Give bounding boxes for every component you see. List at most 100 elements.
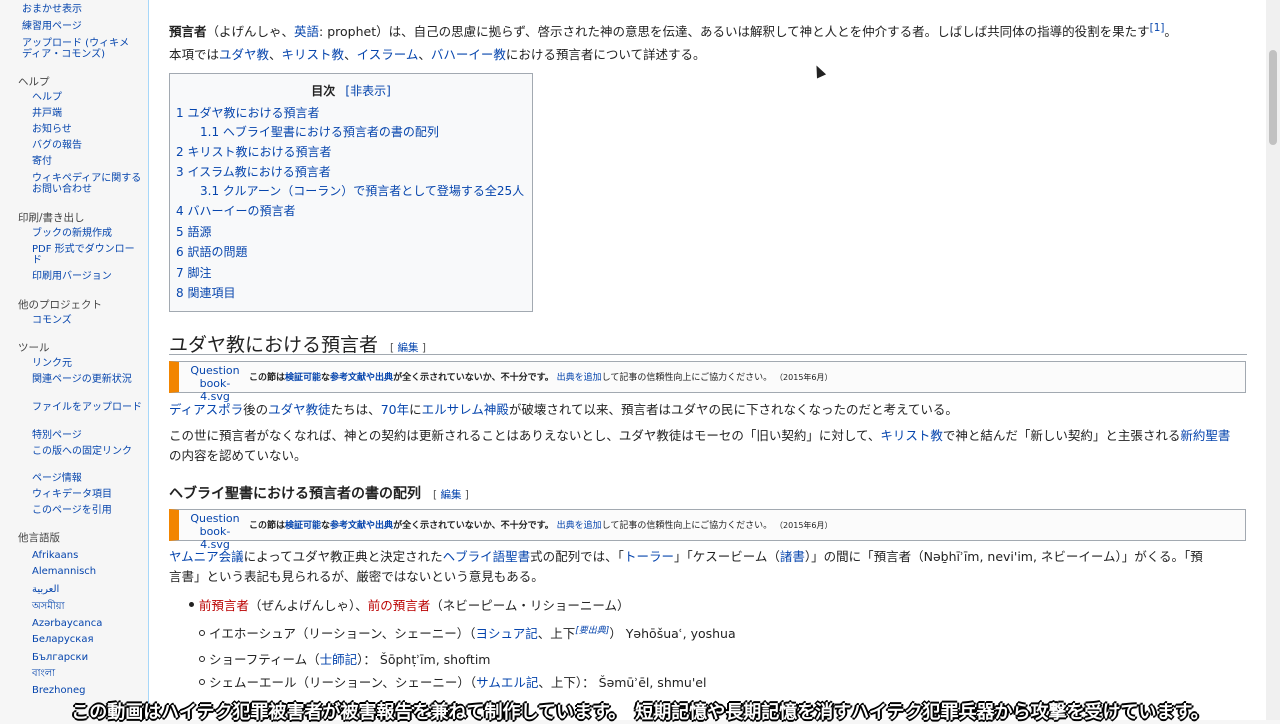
toc-item[interactable]: 4 バハーイーの預言者 <box>176 202 295 219</box>
toc-item[interactable]: 6 訳語の問題 <box>176 243 247 260</box>
judaism-paragraph-1: ディアスポラ後のユダヤ教徒たちは、70年にエルサレム神殿が破壊されて以来、預言者… <box>169 402 958 417</box>
sidebar-item-related-changes[interactable]: 関連ページの更新状況 <box>32 374 142 385</box>
sidebar-item-print[interactable]: 印刷用バージョン <box>32 271 142 282</box>
citation-needed-link[interactable]: [要出典] <box>575 626 609 636</box>
vertical-scrollbar[interactable] <box>1266 0 1280 720</box>
link-bahai[interactable]: バハーイー教 <box>431 47 506 62</box>
link-diaspora[interactable]: ディアスポラ <box>169 402 243 417</box>
sidebar-item-wikidata[interactable]: ウィキデータ項目 <box>32 489 142 500</box>
link-islam[interactable]: イスラーム <box>357 47 419 62</box>
link-hebrew-bible[interactable]: ヘブライ語聖書 <box>443 549 531 564</box>
toc-item[interactable]: 3 イスラム教における預言者 <box>176 163 331 180</box>
link-christianity-2[interactable]: キリスト教 <box>880 428 943 443</box>
judaism-paragraph-2: この世に預言者がなくなれば、神との契約は更新されることはありえないとし、ユダヤ教… <box>169 428 1231 443</box>
sidebar-item-donate[interactable]: 寄付 <box>32 156 142 167</box>
sidebar-item-permalink[interactable]: この版への固定リンク <box>32 446 142 457</box>
link-judaism[interactable]: ユダヤ教 <box>219 47 269 62</box>
list-item: 前預言者（ぜんよげんしゃ）、前の預言者（ネビーピーム・リショーニーム） <box>198 598 630 613</box>
sidebar-item-village-pump[interactable]: 井戸端 <box>32 108 142 119</box>
link-former-prophets[interactable]: 前預言者 <box>199 598 249 613</box>
reference-1[interactable]: [1] <box>1150 22 1165 34</box>
link-new-testament[interactable]: 新約聖書 <box>1180 428 1230 443</box>
list-item: シェムーエール（リーショーン、シェーニー）（サムエル記、上下）： Šəmūʾēl… <box>209 675 707 690</box>
section-heading-hebrew-bible: ヘブライ聖書における預言者の書の配列[ 編集 ] <box>169 486 469 502</box>
link-english[interactable]: 英語 <box>294 24 319 39</box>
video-subtitle: この動画はハイテク犯罪被害者が被害報告を兼ねて制作しています。 短期記憶や長期記… <box>71 702 1209 723</box>
toc-toggle[interactable]: [非表示] <box>345 84 390 98</box>
intro-paragraph: 預言者（よげんしゃ、英語: prophet）は、自己の思慮に拠らず、啓示された神… <box>169 22 1177 40</box>
sidebar-lang-arabic[interactable]: العربية <box>32 584 142 595</box>
sidebar-heading-print: 印刷/書き出し <box>18 212 85 224</box>
list-item: ショーフティーム（士師記）： Šōphṭʾīm, shoftim <box>209 652 491 667</box>
sidebar-lang-belarusian[interactable]: Беларуская <box>32 634 142 645</box>
sidebar-item-sandbox[interactable]: 練習用ページ <box>22 21 132 32</box>
sidebar-item-page-info[interactable]: ページ情報 <box>32 473 142 484</box>
sidebar-lang-assamese[interactable]: অসমীয়া <box>32 601 142 612</box>
sidebar-item-bug-report[interactable]: バグの報告 <box>32 140 142 151</box>
list-item: イエホーシュア（リーショーン、シェーニー）（ヨシュア記、上下[要出典]） Yəh… <box>209 626 736 642</box>
table-of-contents: 目次 [非表示] 1 ユダヤ教における預言者 1.1 ヘブライ聖書における預言者… <box>169 73 533 312</box>
sidebar-item-whatlinkshere[interactable]: リンク元 <box>32 358 142 369</box>
sidebar-lang-afrikaans[interactable]: Afrikaans <box>32 550 142 561</box>
link-add-citation[interactable]: 出典を追加 <box>557 521 602 531</box>
toc-title: 目次 <box>311 84 336 98</box>
question-book-icon[interactable]: Question book-4.svg <box>185 512 245 551</box>
scrollbar-thumb[interactable] <box>1269 50 1277 145</box>
sidebar-heading-help: ヘルプ <box>18 76 50 88</box>
toc-item[interactable]: 1.1 ヘブライ聖書における預言者の書の配列 <box>200 123 439 140</box>
bullet-icon <box>199 679 205 685</box>
sidebar-lang-azerbaijani[interactable]: Azərbaycanca <box>32 618 142 629</box>
sidebar-item-news[interactable]: お知らせ <box>32 124 142 135</box>
sidebar-lang-breton[interactable]: Brezhoneg <box>32 685 142 696</box>
sidebar-item-cite[interactable]: このページを引用 <box>32 505 142 516</box>
question-book-icon[interactable]: Question book-4.svg <box>185 364 245 403</box>
link-ketuvim[interactable]: 諸書 <box>780 549 805 564</box>
link-references[interactable]: 参考文献や出典 <box>330 521 393 531</box>
judaism-paragraph-2-cont: の内容を認めていない。 <box>169 448 307 463</box>
bullet-icon <box>199 630 205 636</box>
edit-section-link[interactable]: 編集 <box>397 342 418 354</box>
edit-section-link[interactable]: 編集 <box>440 489 461 501</box>
link-joshua[interactable]: ヨシュア記 <box>476 626 538 641</box>
link-verifiable[interactable]: 検証可能 <box>285 373 321 383</box>
toc-item[interactable]: 3.1 クルアーン（コーラン）で預言者として登場する全25人 <box>200 182 524 199</box>
link-references[interactable]: 参考文献や出典 <box>330 373 393 383</box>
sidebar-heading-languages: 他言語版 <box>18 532 60 544</box>
toc-item[interactable]: 7 脚注 <box>176 264 211 281</box>
bullet-icon <box>199 656 205 662</box>
link-former-prophets-2[interactable]: 前の預言者 <box>368 598 431 613</box>
link-year-70[interactable]: 70年 <box>381 402 409 417</box>
toc-item[interactable]: 8 関連項目 <box>176 284 235 301</box>
sidebar-item-book[interactable]: ブックの新規作成 <box>32 228 142 239</box>
toc-item[interactable]: 1 ユダヤ教における預言者 <box>176 104 319 121</box>
sidebar-item-commons[interactable]: コモンズ <box>32 315 142 326</box>
sidebar-item-upload[interactable]: アップロード (ウィキメディア・コモンズ) <box>22 38 132 60</box>
sidebar: おまかせ表示 練習用ページ アップロード (ウィキメディア・コモンズ) ヘルプ … <box>0 0 148 720</box>
sidebar-heading-tools: ツール <box>18 342 50 354</box>
sidebar-item-upload-file[interactable]: ファイルをアップロード <box>32 402 142 413</box>
link-christianity[interactable]: キリスト教 <box>282 47 345 62</box>
link-verifiable[interactable]: 検証可能 <box>285 521 321 531</box>
sidebar-item-help[interactable]: ヘルプ <box>32 92 142 103</box>
sidebar-lang-bengali[interactable]: বাংলা <box>32 668 142 679</box>
link-judges[interactable]: 士師記 <box>320 652 358 667</box>
link-jamnia[interactable]: ヤムニア会議 <box>169 549 244 564</box>
sidebar-item-pdf[interactable]: PDF 形式でダウンロード <box>32 244 142 266</box>
citation-needed-notice: Question book-4.svg この節は検証可能な参考文献や出典が全く示… <box>169 361 1246 403</box>
mouse-cursor-icon <box>811 63 827 79</box>
link-add-citation[interactable]: 出典を追加 <box>557 373 602 383</box>
sidebar-lang-alemannisch[interactable]: Alemannisch <box>32 566 142 577</box>
sidebar-item-contact[interactable]: ウィキペディアに関するお問い合わせ <box>32 173 142 195</box>
link-jerusalem-temple[interactable]: エルサレム神殿 <box>422 402 509 417</box>
sidebar-item-special-pages[interactable]: 特別ページ <box>32 430 142 441</box>
scope-paragraph: 本項ではユダヤ教、キリスト教、イスラーム、バハーイー教における預言者について詳述… <box>169 47 706 62</box>
hebrew-bible-paragraph: ヤムニア会議によってユダヤ教正典と決定されたヘブライ語聖書式の配列では、「トーラ… <box>169 549 1203 564</box>
sidebar-lang-bulgarian[interactable]: Български <box>32 652 142 663</box>
article-content: 預言者（よげんしゃ、英語: prophet）は、自己の思慮に拠らず、啓示された神… <box>148 0 1267 720</box>
toc-item[interactable]: 5 語源 <box>176 223 211 240</box>
link-jews[interactable]: ユダヤ教徒 <box>268 402 331 417</box>
link-torah[interactable]: トーラー <box>624 549 674 564</box>
toc-item[interactable]: 2 キリスト教における預言者 <box>176 143 331 160</box>
link-samuel[interactable]: サムエル記 <box>476 675 538 690</box>
sidebar-item-random[interactable]: おまかせ表示 <box>22 4 132 15</box>
